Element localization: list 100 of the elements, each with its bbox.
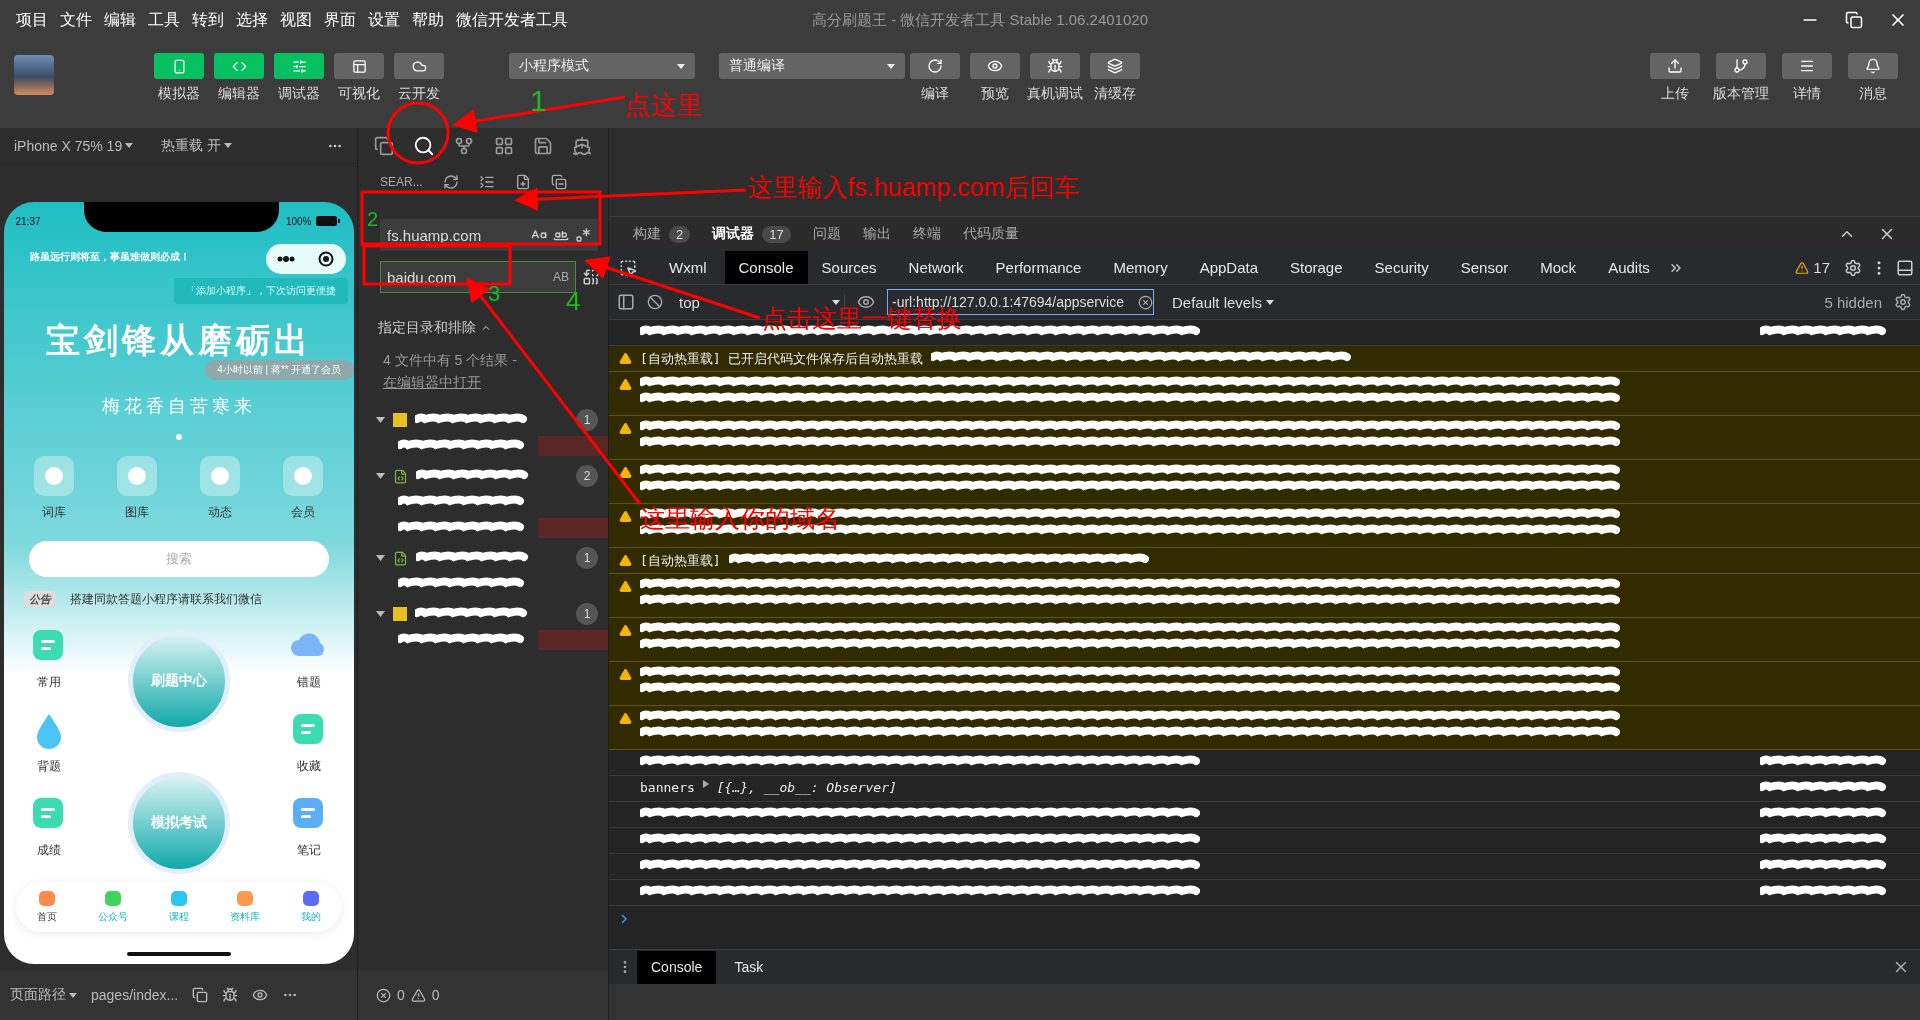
toolbar-button[interactable] xyxy=(1650,53,1700,79)
js-file-icon xyxy=(393,413,407,427)
mode-select[interactable]: 小程序模式 xyxy=(509,53,695,79)
panel-tab[interactable]: 输出 xyxy=(862,225,891,243)
match-count: 1 xyxy=(576,409,598,431)
toolbar-button[interactable] xyxy=(1716,53,1766,79)
menu-item[interactable]: 工具 xyxy=(148,9,180,31)
menu-item[interactable]: 编辑 xyxy=(104,9,136,31)
toolbar-button[interactable] xyxy=(910,53,960,79)
toolbar-button[interactable] xyxy=(1848,53,1898,79)
regex-icon[interactable] xyxy=(575,227,591,243)
levels-select[interactable]: Default levels xyxy=(1166,292,1281,312)
refresh-icon[interactable] xyxy=(442,174,459,190)
devtools-tab[interactable]: Sensor xyxy=(1446,251,1523,284)
grid-label: 成绩 xyxy=(36,842,61,859)
menu-item[interactable]: 设置 xyxy=(368,9,400,31)
panel-tab[interactable]: 问题 xyxy=(812,225,841,243)
menu-item[interactable]: 界面 xyxy=(324,9,356,31)
inspect-icon[interactable] xyxy=(619,258,637,277)
device-select[interactable]: iPhone X 75% 19 xyxy=(14,137,134,154)
devtools-tab[interactable]: Console xyxy=(724,251,808,284)
devtools-tab[interactable]: Performance xyxy=(981,251,1096,284)
preserve-case-toggle[interactable]: AB xyxy=(553,270,569,284)
collapse-icon[interactable] xyxy=(550,174,567,190)
save-icon[interactable] xyxy=(532,135,553,156)
prompt-icon[interactable] xyxy=(621,914,627,924)
replace-all-icon[interactable] xyxy=(582,268,600,286)
clear-icon[interactable] xyxy=(1138,294,1153,310)
devtools-tab[interactable]: Memory xyxy=(1099,251,1182,284)
menu-item[interactable]: 转到 xyxy=(192,9,224,31)
menu-item[interactable]: 文件 xyxy=(60,9,92,31)
copy-icon[interactable] xyxy=(192,987,209,1003)
menu-item[interactable]: 微信开发者工具 xyxy=(456,9,568,31)
devtools-tab[interactable]: Audits xyxy=(1594,251,1664,284)
code-file-icon xyxy=(393,550,408,566)
include-exclude-toggle[interactable]: 指定目录和排除 xyxy=(378,319,608,337)
new-file-icon[interactable] xyxy=(514,174,531,190)
grid-icon[interactable] xyxy=(493,135,514,156)
tab-item[interactable]: 首页 xyxy=(36,890,57,924)
result-file[interactable]: 2 xyxy=(358,463,608,489)
toolbar-button[interactable] xyxy=(334,53,384,79)
result-file[interactable]: 1 xyxy=(358,407,608,433)
devtools-tab[interactable]: Mock xyxy=(1526,251,1591,284)
path-select[interactable]: 页面路径 xyxy=(10,986,77,1004)
tab-icon xyxy=(234,890,255,908)
tooltip: 「添加小程序」，下次访问更便捷 xyxy=(173,278,348,304)
page-path: pages/index... xyxy=(91,987,179,1003)
bug-icon[interactable] xyxy=(222,987,239,1003)
tab-icon xyxy=(36,890,57,908)
devtools-tab[interactable]: Security xyxy=(1360,251,1443,284)
toolbar-label: 真机调试 xyxy=(1027,85,1083,103)
panel-tab[interactable]: 代码质量 xyxy=(962,225,1019,243)
match-count: 1 xyxy=(576,603,598,625)
settings-icon[interactable] xyxy=(1894,293,1912,311)
menu-item[interactable]: 选择 xyxy=(236,9,268,31)
panel-tab[interactable]: 调试器 17 xyxy=(712,225,791,243)
sidebar-icon[interactable] xyxy=(617,293,635,311)
clear-console-icon[interactable] xyxy=(647,294,663,310)
devtools-tab[interactable]: Wxml xyxy=(655,251,721,284)
files-icon[interactable] xyxy=(373,135,394,156)
devtools-tab[interactable]: Storage xyxy=(1276,251,1357,284)
dock-icon[interactable] xyxy=(1896,258,1914,277)
toolbar-label: 详情 xyxy=(1793,85,1821,103)
settings-icon[interactable] xyxy=(1844,258,1862,277)
menu-item[interactable]: 视图 xyxy=(280,9,312,31)
caret-icon xyxy=(69,992,77,998)
eye-icon[interactable] xyxy=(252,987,269,1003)
step-number: 2 xyxy=(367,209,379,229)
ship-icon[interactable] xyxy=(572,135,593,156)
toolbar-button[interactable] xyxy=(1782,53,1832,79)
result-file[interactable]: 1 xyxy=(358,545,608,571)
devtools-tab[interactable]: Sources xyxy=(807,251,891,284)
capsule-button[interactable] xyxy=(265,244,346,274)
menu-item[interactable]: 项目 xyxy=(16,9,48,31)
warning-icon xyxy=(619,422,632,435)
panel-title: SEAR... xyxy=(380,175,423,189)
restore-icon[interactable] xyxy=(1845,11,1863,29)
toolbar-button[interactable] xyxy=(1090,53,1140,79)
clear-icon[interactable] xyxy=(478,174,495,190)
hot-reload-select[interactable]: 热重载 开 xyxy=(161,136,233,155)
caret-icon xyxy=(887,63,895,69)
tab-icon xyxy=(168,890,189,908)
phone-icon xyxy=(171,58,187,74)
devtools-tab[interactable]: AppData xyxy=(1185,251,1272,284)
search-icon[interactable] xyxy=(413,134,435,157)
result-file[interactable]: 1 xyxy=(358,601,608,627)
panel-tab[interactable]: 构建 2 xyxy=(633,225,691,243)
open-in-editor-link[interactable]: 在编辑器中打开 xyxy=(383,374,481,390)
record-icon xyxy=(318,251,334,267)
compile-select[interactable]: 普通编译 xyxy=(719,53,905,79)
toolbar-button[interactable] xyxy=(970,53,1020,79)
toolbar-button[interactable] xyxy=(394,53,444,79)
menu-item[interactable]: 帮助 xyxy=(412,9,444,31)
shortcut-label: 会员 xyxy=(291,504,316,521)
drawer-tab[interactable]: Console xyxy=(637,950,717,984)
drawer-tab[interactable]: Task xyxy=(720,950,778,984)
toolbar-button[interactable] xyxy=(1030,53,1080,79)
branch-icon[interactable] xyxy=(454,135,475,156)
devtools-tab[interactable]: Network xyxy=(894,251,978,284)
panel-tab[interactable]: 终端 xyxy=(912,225,941,243)
